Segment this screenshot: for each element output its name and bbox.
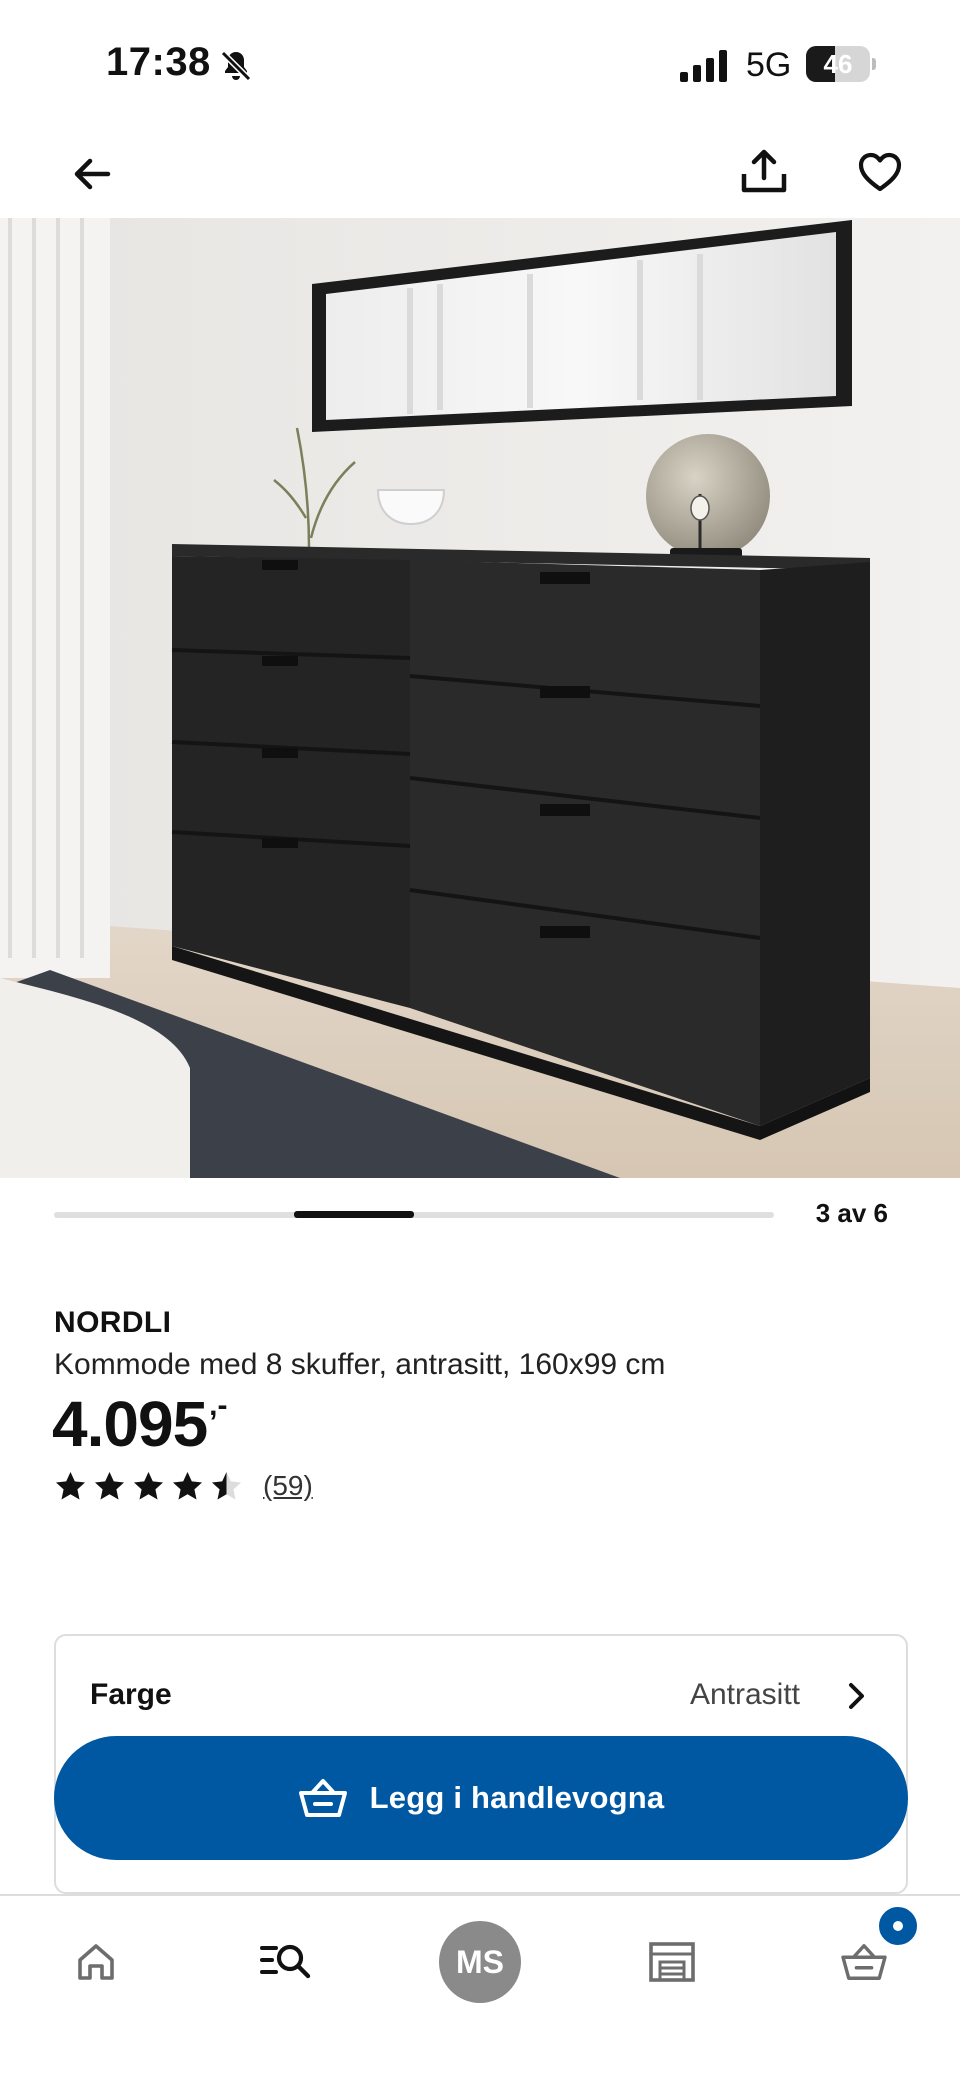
product-photo [0,218,960,1178]
color-option-value: Antrasitt [689,1678,800,1711]
nav-store[interactable] [624,1914,720,2010]
star-full-icon [173,1472,202,1500]
back-button[interactable] [60,142,124,206]
home-icon [78,1944,114,1980]
product-brand: NORDLI [54,1306,172,1339]
add-to-cart-button[interactable]: Legg i handlevogna [54,1736,908,1860]
battery-icon: 46 [806,46,876,82]
share-button[interactable] [732,138,796,206]
star-full-icon [95,1472,124,1500]
avatar: MS [439,1921,521,2003]
network-label: 5G [746,46,792,84]
chevron-right-icon [849,1683,864,1709]
heart-icon [858,152,902,192]
share-icon [741,149,787,193]
product-rating[interactable]: (59) [54,1470,313,1502]
gallery-progress [54,1211,774,1218]
gallery-progress-indicator [294,1211,414,1218]
star-full-icon [134,1472,163,1500]
product-price: 4.095 ,- [52,1386,227,1462]
nav-home[interactable] [48,1914,144,2010]
cart-badge-dot [893,1921,903,1931]
bottom-navigation: MS [0,1894,960,2081]
status-bar: 17:38 5G 46 [0,0,960,130]
color-option-label: Farge [90,1678,172,1711]
basket-icon [298,1779,347,1817]
cart-badge [876,1904,920,1948]
rating-stars [54,1470,243,1502]
add-to-cart-label: Legg i handlevogna [369,1780,665,1815]
review-count-link[interactable]: (59) [263,1470,313,1502]
product-description: Kommode med 8 skuffer, antrasitt, 160x99… [54,1348,666,1381]
gallery-counter: 3 av 6 [815,1198,888,1228]
price-value: 4.095 [52,1388,208,1460]
price-suffix: ,- [209,1389,228,1422]
star-full-icon [56,1472,85,1500]
search-list-icon [260,1944,311,1979]
signal-icon [680,50,727,82]
battery-level: 46 [823,49,853,79]
store-icon [649,1942,695,1982]
arrow-left-icon [74,158,111,190]
nav-profile[interactable]: MS [432,1914,528,2010]
favorite-button[interactable] [848,140,912,204]
product-toolbar [0,130,960,218]
basket-icon [841,1944,887,1980]
product-image[interactable] [0,218,960,1178]
status-time: 17:38 [106,40,211,84]
nav-search[interactable] [238,1914,334,2010]
star-half-icon [212,1472,241,1500]
bell-muted-icon [220,50,252,82]
